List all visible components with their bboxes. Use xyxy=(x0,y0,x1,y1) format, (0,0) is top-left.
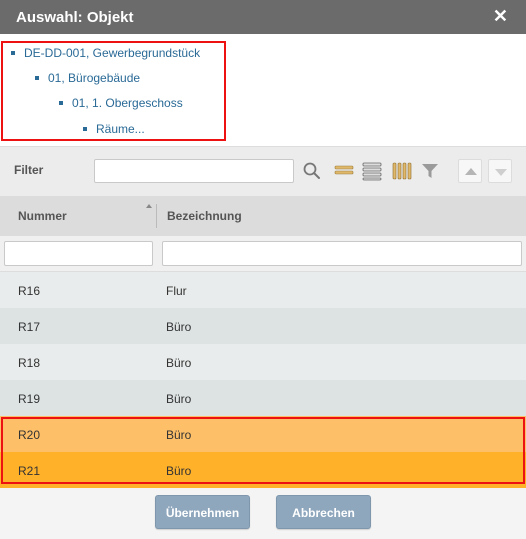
move-down-button[interactable] xyxy=(488,159,512,183)
cell-bezeichnung: Flur xyxy=(166,284,187,298)
dialog-titlebar: Auswahl: Objekt ✕ xyxy=(0,0,526,34)
cell-bezeichnung: Büro xyxy=(166,320,192,334)
table-row[interactable]: R18 Büro xyxy=(0,344,526,380)
filter-input[interactable] xyxy=(94,159,294,183)
bullet-icon xyxy=(11,50,15,55)
grid-header: Nummer Bezeichnung xyxy=(0,196,526,236)
table-row[interactable]: R19 Büro xyxy=(0,380,526,416)
move-up-button[interactable] xyxy=(458,159,482,183)
table-row[interactable]: R16 Flur xyxy=(0,272,526,308)
filter-label: Filter xyxy=(14,163,44,177)
table-row[interactable]: R17 Büro xyxy=(0,308,526,344)
cell-bezeichnung: Büro xyxy=(166,428,192,442)
column-header-bezeichnung[interactable]: Bezeichnung xyxy=(167,209,242,223)
cell-nummer: R21 xyxy=(18,464,41,478)
expanded-rows-icon[interactable] xyxy=(362,161,382,181)
move-up-icon xyxy=(465,168,477,175)
cell-nummer: R18 xyxy=(18,356,41,370)
tree-item-property[interactable]: DE-DD-001, Gewerbegrundstück xyxy=(11,46,200,60)
bezeichnung-filter-input[interactable] xyxy=(162,241,522,266)
cell-bezeichnung: Büro xyxy=(166,356,192,370)
dialog-footer: Übernehmen Abbrechen xyxy=(0,488,526,539)
column-separator[interactable] xyxy=(156,204,157,228)
accept-button[interactable]: Übernehmen xyxy=(155,495,250,529)
column-header-nummer[interactable]: Nummer xyxy=(18,209,67,223)
compact-rows-icon[interactable] xyxy=(334,161,354,181)
close-icon[interactable]: ✕ xyxy=(493,7,508,25)
tree-item-rooms[interactable]: Räume... xyxy=(83,122,145,136)
nummer-filter-input[interactable] xyxy=(4,241,153,266)
tree-item-building[interactable]: 01, Bürogebäude xyxy=(35,71,140,85)
column-filter-row xyxy=(0,236,526,272)
dialog-title: Auswahl: Objekt xyxy=(16,9,134,26)
filter-toolbar: Filter xyxy=(0,146,526,196)
sort-asc-icon xyxy=(146,204,152,208)
cell-nummer: R20 xyxy=(18,428,41,442)
cell-nummer: R16 xyxy=(18,284,41,298)
table-row-selected[interactable]: R21 Büro xyxy=(0,452,526,488)
tree-item-floor[interactable]: 01, 1. Obergeschoss xyxy=(59,96,183,110)
search-icon[interactable] xyxy=(302,161,322,181)
columns-icon[interactable] xyxy=(392,161,412,181)
funnel-icon[interactable] xyxy=(420,161,440,181)
cell-bezeichnung: Büro xyxy=(166,464,192,478)
cell-nummer: R19 xyxy=(18,392,41,406)
table-row-selected[interactable]: R20 Büro xyxy=(0,416,526,452)
bullet-icon xyxy=(35,75,39,80)
bullet-icon xyxy=(59,100,63,105)
cell-bezeichnung: Büro xyxy=(166,392,192,406)
cancel-button[interactable]: Abbrechen xyxy=(276,495,371,529)
object-tree: DE-DD-001, Gewerbegrundstück 01, Bürogeb… xyxy=(0,34,526,146)
move-down-icon xyxy=(495,169,507,176)
cell-nummer: R17 xyxy=(18,320,41,334)
bullet-icon xyxy=(83,126,87,131)
